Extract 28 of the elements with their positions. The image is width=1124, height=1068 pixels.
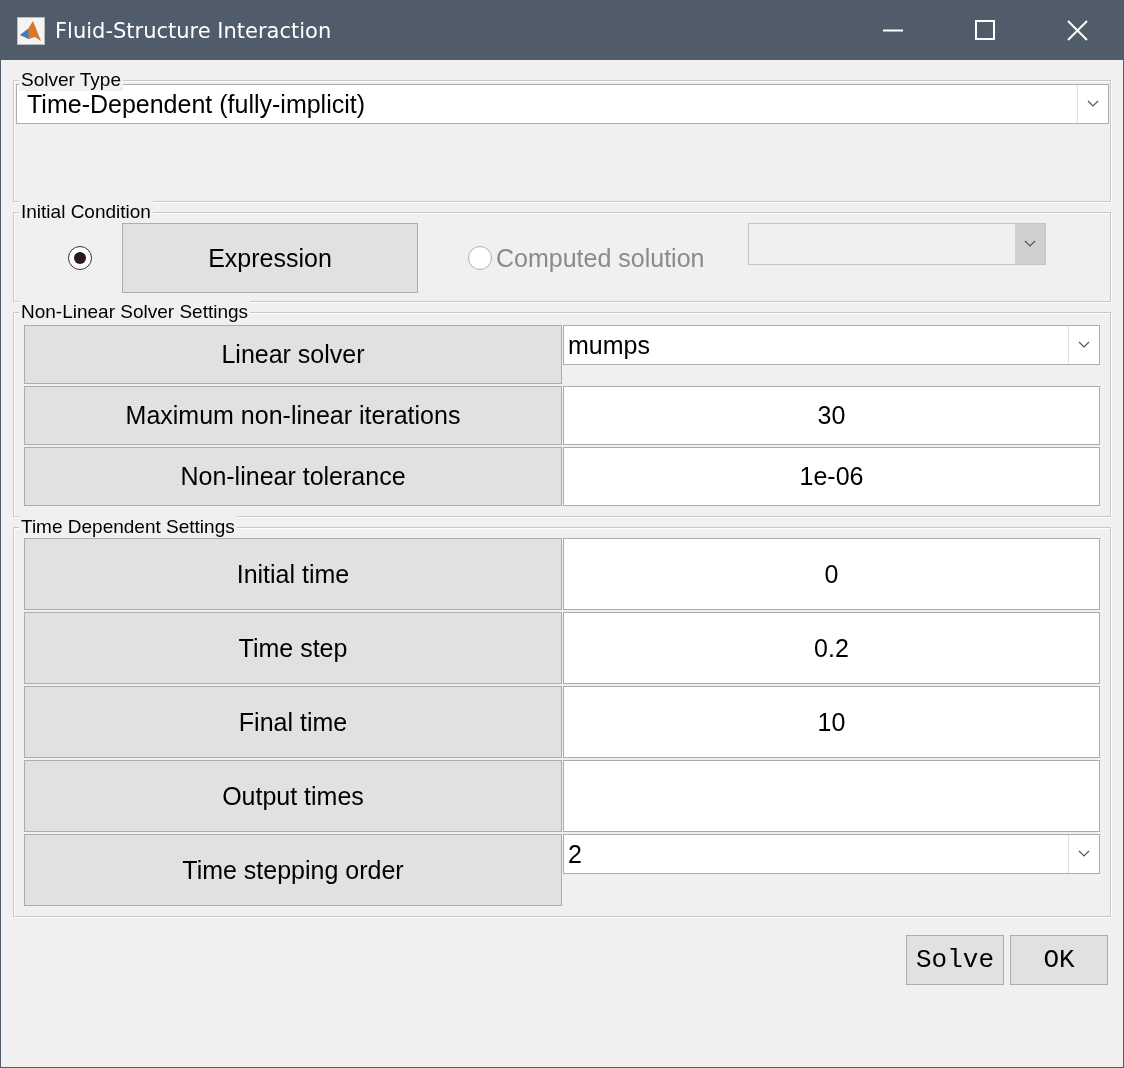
setting-label: Non-linear tolerance	[24, 447, 562, 506]
dialog-button[interactable]: OK	[1010, 935, 1108, 985]
setting-field[interactable]: 10	[563, 686, 1100, 758]
radio-button[interactable]	[68, 246, 92, 270]
setting-field[interactable]: 0	[563, 538, 1100, 610]
caret-icon	[1024, 240, 1037, 248]
caret-icon	[1078, 850, 1090, 858]
dialog-button[interactable]: Solve	[906, 935, 1004, 985]
group-title: Time Dependent Settings	[19, 516, 237, 538]
setting-label: Final time	[24, 686, 562, 758]
expression-button[interactable]: Expression	[122, 223, 418, 293]
setting-label: Output times	[24, 760, 562, 832]
setting-label: Maximum non-linear iterations	[24, 386, 562, 445]
window-title: Fluid-Structure Interaction	[55, 18, 332, 43]
setting-field[interactable]: 30	[563, 386, 1100, 445]
caret-icon	[1087, 100, 1099, 108]
setting-field[interactable]: 0.2	[563, 612, 1100, 684]
app-logo-icon	[17, 16, 45, 45]
group-title: Non-Linear Solver Settings	[19, 301, 251, 323]
setting-field[interactable]	[563, 760, 1100, 832]
setting-label: Initial time	[24, 538, 562, 610]
setting-label: Time step	[24, 612, 562, 684]
setting-dropdown[interactable]: 2	[563, 834, 1100, 874]
setting-dropdown[interactable]: mumps	[563, 325, 1100, 365]
setting-label: Time stepping order	[24, 834, 562, 906]
setting-field[interactable]: 1e-06	[563, 447, 1100, 506]
caret-icon	[1078, 341, 1090, 349]
setting-label: Linear solver	[24, 325, 562, 384]
